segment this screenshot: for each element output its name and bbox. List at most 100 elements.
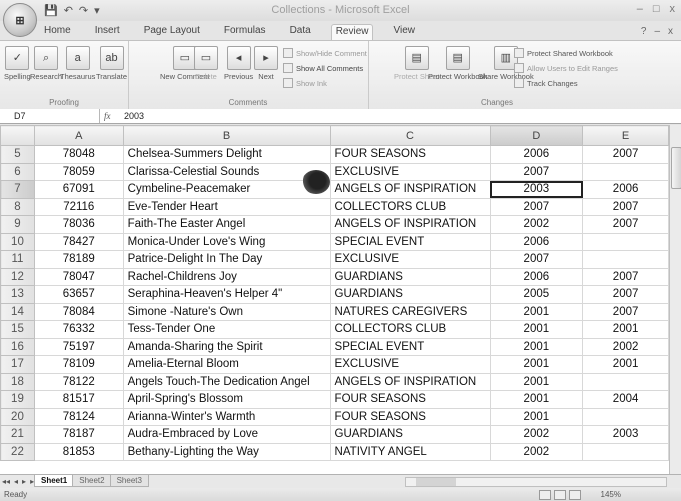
- column-header-c[interactable]: C: [329, 125, 491, 146]
- cell-b[interactable]: Rachel-Childrens Joy: [122, 267, 331, 286]
- zoom-level[interactable]: 145%: [601, 490, 621, 499]
- cell-b[interactable]: Amelia-Eternal Bloom: [122, 355, 331, 374]
- previous-comment-button[interactable]: ◂ Previous: [224, 46, 253, 81]
- cell-c[interactable]: FOUR SEASONS: [329, 390, 491, 409]
- row-header[interactable]: 8: [0, 197, 35, 216]
- cell-d[interactable]: 2001: [489, 320, 584, 339]
- cell-a[interactable]: 67091: [33, 180, 124, 199]
- cell-c[interactable]: ANGELS OF INSPIRATION: [329, 180, 491, 199]
- protect-shared-workbook-button[interactable]: Protect Shared Workbook: [514, 48, 613, 58]
- row-header[interactable]: 9: [0, 215, 35, 234]
- tab-view[interactable]: View: [389, 24, 419, 40]
- translate-button[interactable]: ab Translate: [96, 46, 127, 81]
- allow-users-edit-ranges-button[interactable]: Allow Users to Edit Ranges: [514, 63, 618, 73]
- show-all-comments-button[interactable]: Show All Comments: [283, 63, 363, 73]
- prev-sheet-icon[interactable]: ◂: [14, 477, 18, 486]
- cell-a[interactable]: 78048: [33, 145, 124, 164]
- column-header-d[interactable]: D: [489, 125, 584, 146]
- minimize-button[interactable]: –: [637, 3, 643, 15]
- cell-c[interactable]: NATURES CAREGIVERS: [329, 302, 491, 321]
- cell-c[interactable]: FOUR SEASONS: [329, 407, 491, 426]
- next-comment-button[interactable]: ▸ Next: [254, 46, 278, 81]
- select-all-corner[interactable]: [0, 125, 35, 146]
- sheet-tab-sheet1[interactable]: Sheet1: [34, 475, 75, 487]
- cell-e[interactable]: 2007: [582, 302, 669, 321]
- cell-c[interactable]: SPECIAL EVENT: [329, 232, 491, 251]
- row-header[interactable]: 7: [0, 180, 35, 199]
- cell-b[interactable]: Patrice-Delight In The Day: [122, 250, 331, 269]
- cell-d[interactable]: 2001: [489, 390, 584, 409]
- cell-b[interactable]: Seraphina-Heaven's Helper 4": [122, 285, 331, 304]
- cell-e[interactable]: 2007: [582, 285, 669, 304]
- show-hide-comment-button[interactable]: Show/Hide Comment: [283, 48, 367, 58]
- horizontal-scroll-thumb[interactable]: [416, 478, 456, 486]
- cell-d[interactable]: 2007: [489, 162, 584, 181]
- cell-e[interactable]: 2007: [582, 267, 669, 286]
- cell-e[interactable]: 2007: [582, 197, 669, 216]
- cell-e[interactable]: 2001: [582, 355, 669, 374]
- workbook-close-button[interactable]: x: [668, 26, 673, 37]
- cell-b[interactable]: Monica-Under Love's Wing: [122, 232, 331, 251]
- formula-input[interactable]: 2003: [124, 109, 144, 123]
- cell-e[interactable]: [582, 407, 669, 426]
- cell-d[interactable]: 2001: [489, 355, 584, 374]
- cell-d[interactable]: 2002: [489, 215, 584, 234]
- cell-d[interactable]: 2006: [489, 267, 584, 286]
- page-layout-view-icon[interactable]: [554, 490, 566, 500]
- cell-e[interactable]: [582, 442, 669, 461]
- cell-e[interactable]: 2007: [582, 145, 669, 164]
- show-ink-button[interactable]: Show Ink: [283, 78, 327, 88]
- cell-b[interactable]: Faith-The Easter Angel: [122, 215, 331, 234]
- cell-c[interactable]: GUARDIANS: [329, 285, 491, 304]
- cell-b[interactable]: Cymbeline-Peacemaker: [122, 180, 331, 199]
- cell-e[interactable]: [582, 250, 669, 269]
- thesaurus-button[interactable]: a Thesaurus: [60, 46, 95, 81]
- column-header-a[interactable]: A: [33, 125, 124, 146]
- office-button[interactable]: ⊞: [3, 3, 37, 37]
- track-changes-button[interactable]: Track Changes: [514, 78, 578, 88]
- cell-d[interactable]: 2001: [489, 407, 584, 426]
- cell-e[interactable]: [582, 162, 669, 181]
- cell-d[interactable]: 2001: [489, 372, 584, 391]
- delete-comment-button[interactable]: ▭ Delete: [194, 46, 218, 81]
- cell-e[interactable]: [582, 232, 669, 251]
- cell-e[interactable]: 2003: [582, 425, 669, 444]
- cell-a[interactable]: 81853: [33, 442, 124, 461]
- row-header[interactable]: 5: [0, 145, 35, 164]
- insert-function-icon[interactable]: fx: [104, 109, 111, 123]
- close-button[interactable]: x: [670, 3, 676, 15]
- cell-d[interactable]: 2001: [489, 302, 584, 321]
- cell-a[interactable]: 81517: [33, 390, 124, 409]
- cell-e[interactable]: 2006: [582, 180, 669, 199]
- cell-b[interactable]: Eve-Tender Heart: [122, 197, 331, 216]
- cell-c[interactable]: NATIVITY ANGEL: [329, 442, 491, 461]
- cell-a[interactable]: 63657: [33, 285, 124, 304]
- row-header[interactable]: 22: [0, 442, 35, 461]
- cell-d[interactable]: 2005: [489, 285, 584, 304]
- sheet-tab-sheet3[interactable]: Sheet3: [109, 475, 149, 487]
- tab-home[interactable]: Home: [40, 24, 75, 40]
- cell-a[interactable]: 78187: [33, 425, 124, 444]
- cell-b[interactable]: Simone -Nature's Own: [122, 302, 331, 321]
- cell-a[interactable]: 78047: [33, 267, 124, 286]
- cell-a[interactable]: 78122: [33, 372, 124, 391]
- cell-e[interactable]: 2007: [582, 215, 669, 234]
- cell-c[interactable]: EXCLUSIVE: [329, 250, 491, 269]
- cell-b[interactable]: Clarissa-Celestial Sounds: [122, 162, 331, 181]
- cell-d[interactable]: 2007: [489, 197, 584, 216]
- row-header[interactable]: 14: [0, 302, 35, 321]
- cell-d[interactable]: 2001: [489, 337, 584, 356]
- cell-d[interactable]: 2002: [489, 442, 584, 461]
- cell-a[interactable]: 78427: [33, 232, 124, 251]
- cell-a[interactable]: 76332: [33, 320, 124, 339]
- cell-b[interactable]: Chelsea-Summers Delight: [122, 145, 331, 164]
- page-break-view-icon[interactable]: [569, 490, 581, 500]
- row-header[interactable]: 20: [0, 407, 35, 426]
- cell-c[interactable]: COLLECTORS CLUB: [329, 320, 491, 339]
- tab-review[interactable]: Review: [330, 24, 374, 40]
- column-header-e[interactable]: E: [582, 125, 669, 146]
- row-header[interactable]: 10: [0, 232, 35, 251]
- cell-c[interactable]: EXCLUSIVE: [329, 162, 491, 181]
- cell-e[interactable]: 2004: [582, 390, 669, 409]
- horizontal-scrollbar[interactable]: [405, 477, 667, 487]
